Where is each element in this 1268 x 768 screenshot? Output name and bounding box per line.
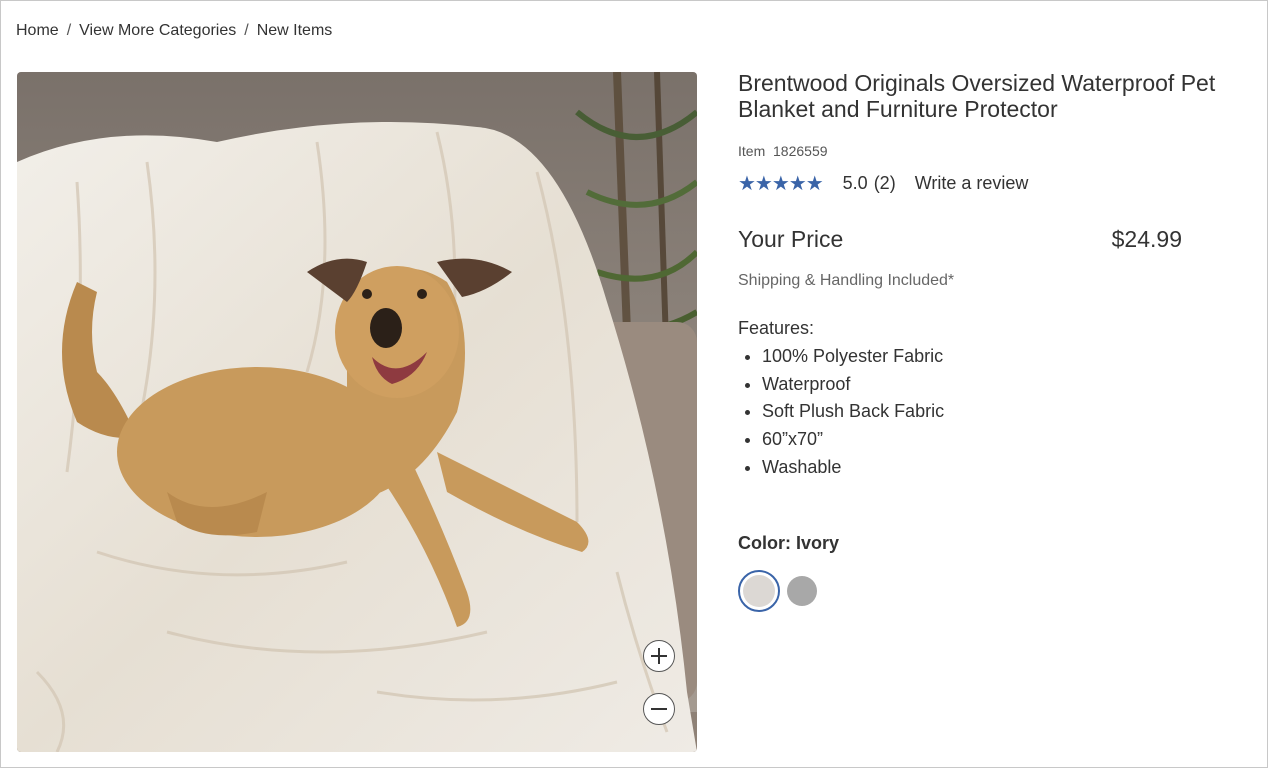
zoom-out-button[interactable] [643, 693, 675, 725]
color-swatch-ivory[interactable] [738, 570, 780, 612]
features-label: Features: [738, 318, 815, 338]
feature-item: 100% Polyester Fabric [762, 343, 944, 371]
price-label: Your Price [738, 226, 844, 252]
price-value: $24.99 [1111, 226, 1182, 252]
price-row: Your Price $24.99 [738, 226, 1182, 253]
color-label: Color: Ivory [738, 533, 840, 553]
plus-icon [651, 648, 667, 664]
review-count[interactable]: (2) [874, 173, 896, 194]
ivory-swatch-fill [743, 575, 775, 607]
zoom-in-button[interactable] [643, 640, 675, 672]
shipping-note: Shipping & Handling Included* [738, 272, 955, 289]
features-list: 100% Polyester Fabric Waterproof Soft Pl… [738, 343, 944, 482]
item-value: 1826559 [773, 143, 828, 159]
rating-row: ★★★★★ 5.0 (2) Write a review [738, 171, 1248, 196]
product-info: Brentwood Originals Oversized Waterproof… [738, 70, 1248, 612]
product-title: Brentwood Originals Oversized Waterproof… [738, 70, 1216, 122]
breadcrumb-categories[interactable]: View More Categories [79, 22, 236, 39]
item-number: Item 1826559 [738, 143, 1248, 159]
feature-item: 60”x70” [762, 426, 944, 454]
breadcrumb-home[interactable]: Home [16, 22, 59, 39]
breadcrumb-current[interactable]: New Items [257, 22, 333, 39]
item-label: Item [738, 143, 766, 159]
rating-value: 5.0 [842, 173, 868, 193]
star-rating-icon[interactable]: ★★★★★ [738, 171, 824, 196]
breadcrumb-separator: / [66, 22, 72, 39]
product-photo [17, 72, 697, 752]
product-image[interactable] [17, 72, 697, 752]
minus-icon [651, 708, 667, 710]
feature-item: Washable [762, 454, 944, 482]
breadcrumb: Home / View More Categories / New Items [16, 22, 332, 40]
feature-item: Soft Plush Back Fabric [762, 398, 944, 426]
feature-item: Waterproof [762, 371, 944, 399]
color-swatch-gray[interactable] [787, 576, 817, 606]
features-section: Features: 100% Polyester Fabric Waterpro… [738, 318, 944, 482]
write-review-link[interactable]: Write a review [915, 173, 1029, 194]
breadcrumb-separator: / [244, 22, 249, 39]
